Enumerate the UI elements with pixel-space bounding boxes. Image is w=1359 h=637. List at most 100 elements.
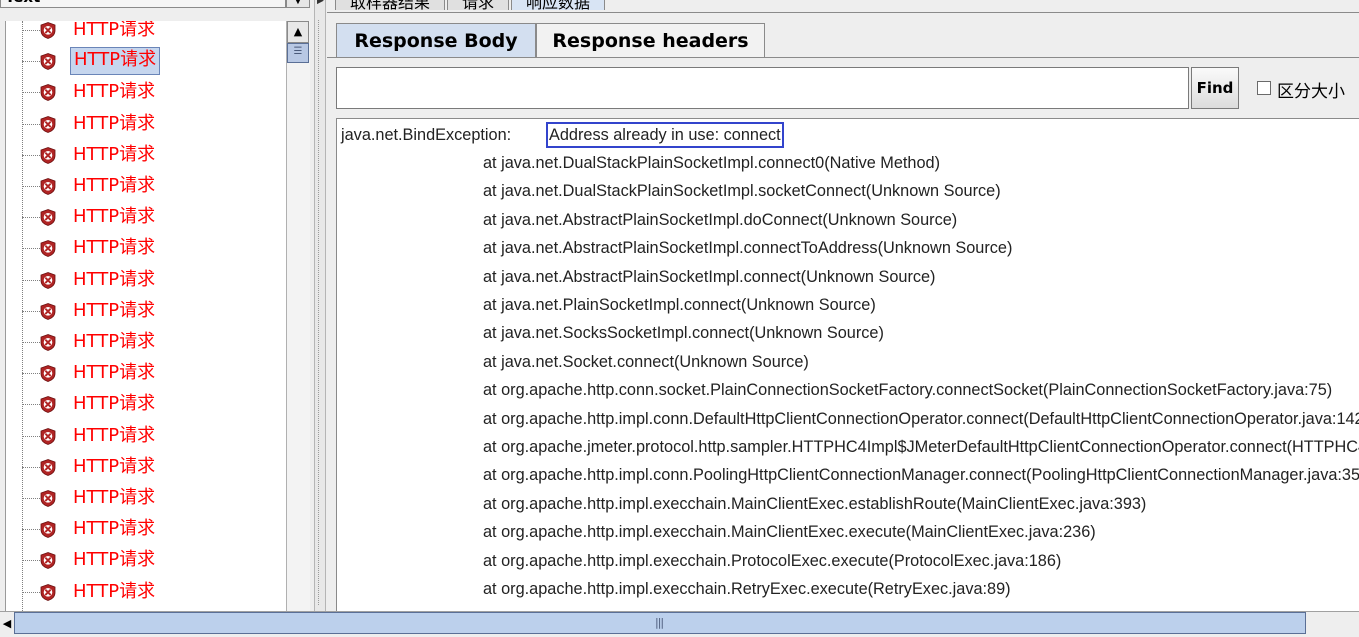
stack-trace-line: at org.apache.http.impl.execchain.Protoc… [483, 551, 1062, 570]
highlight-box: Address already in use: connect [546, 122, 784, 148]
tree-scroll-thumb[interactable]: ☰ [287, 43, 309, 63]
stack-trace-line: at org.apache.http.impl.conn.DefaultHttp… [483, 409, 1359, 428]
stack-trace-line: at org.apache.jmeter.protocol.http.sampl… [483, 438, 1359, 456]
tree-item[interactable]: HTTP请求 [6, 266, 287, 295]
tree-branch-line [22, 248, 40, 250]
tree-item-label[interactable]: HTTP请求 [70, 391, 158, 417]
tree-item-label[interactable]: HTTP请求 [70, 516, 158, 542]
find-button[interactable]: Find [1191, 67, 1239, 109]
tree-branch-line [22, 466, 40, 468]
error-shield-icon [40, 552, 56, 570]
tree-branch-line [22, 30, 40, 31]
stack-trace-line: at org.apache.http.impl.execchain.MainCl… [483, 494, 1147, 513]
tree-item[interactable]: HTTP请求 [6, 578, 287, 607]
tree-item-label[interactable]: HTTP请求 [70, 173, 158, 199]
tree-item[interactable]: HTTP请求 [6, 234, 287, 263]
tree-branch-line [22, 342, 40, 343]
tree-branch-line [22, 498, 40, 499]
error-shield-icon [40, 583, 56, 601]
tree-item-label[interactable]: HTTP请求 [70, 454, 158, 480]
tree-header[interactable]: Text [0, 0, 286, 8]
horizontal-scroll-thumb[interactable]: ||| [14, 612, 1306, 634]
stack-trace-line: at org.apache.http.impl.execchain.RetryE… [483, 580, 1011, 598]
tree-item-label[interactable]: HTTP请求 [70, 267, 158, 293]
tree-item[interactable]: HTTP请求 [6, 515, 287, 544]
tree-item-label[interactable]: HTTP请求 [70, 329, 158, 355]
tree-item-label[interactable]: HTTP请求 [70, 579, 158, 605]
tree-branch-line [22, 529, 40, 531]
tree-item-label[interactable]: HTTP请求 [70, 235, 158, 261]
tree-item[interactable]: HTTP请求 [6, 484, 287, 513]
tree-item-label[interactable]: HTTP请求 [70, 360, 158, 386]
tree-item[interactable]: HTTP请求 [6, 203, 287, 232]
tree-item[interactable]: HTTP请求 [6, 47, 287, 76]
stack-trace-line: at java.net.SocksSocketImpl.connect(Unkn… [483, 324, 884, 343]
exception-message: Address already in use: connect [549, 126, 781, 144]
tree-item[interactable]: HTTP请求 [6, 453, 287, 482]
error-shield-icon [40, 178, 56, 195]
error-shield-icon [40, 115, 56, 133]
response-subtabs: Response Body Response headers [327, 12, 1359, 59]
tab-response-data[interactable]: 响应数据 [511, 0, 606, 12]
collapse-arrow-icon[interactable]: ▶ [317, 0, 324, 6]
case-sensitive-checkbox[interactable] [1257, 81, 1271, 95]
tree-item-label[interactable]: HTTP请求 [70, 298, 158, 324]
divider-grip [318, 20, 323, 605]
stack-trace-line: at org.apache.http.impl.conn.PoolingHttp… [483, 466, 1359, 485]
results-tree-panel: Text ▼ HTTP请求HTTP请求HTTP请求HTTP请求HTTP请求HTT… [0, 0, 314, 611]
tab-sampler-result[interactable]: 取样器结果 [335, 0, 446, 12]
tree-item-label[interactable]: HTTP请求 [70, 79, 158, 105]
result-detail-panel: 取样器结果 请求 响应数据 Response Body Response heade… [327, 0, 1359, 612]
tree-item[interactable]: HTTP请求 [6, 546, 287, 575]
tree-branch-line [22, 61, 40, 63]
tree-branch-line [22, 435, 40, 437]
error-shield-icon [40, 458, 56, 476]
stack-trace-line: at org.apache.http.impl.execchain.MainCl… [483, 523, 1096, 542]
tree-item[interactable]: HTTP请求 [6, 297, 287, 326]
tree-item-label[interactable]: HTTP请求 [70, 142, 158, 168]
tree-item[interactable]: HTTP请求 [6, 390, 287, 419]
error-shield-icon [40, 209, 56, 227]
tree-branch-line [22, 310, 40, 312]
tree-item-label[interactable]: HTTP请求 [70, 21, 158, 43]
tree-item-label[interactable]: HTTP请求 [70, 485, 158, 511]
search-bar: Find 区分大小 [336, 67, 1359, 111]
error-shield-icon [40, 22, 56, 39]
scroll-up-arrow-icon[interactable]: ▲ [287, 21, 309, 43]
stack-trace-line: at java.net.DualStackPlainSocketImpl.soc… [483, 182, 1001, 201]
tab-request[interactable]: 请求 [447, 0, 510, 12]
tree-item[interactable]: HTTP请求 [6, 359, 287, 388]
tab-response-headers[interactable]: Response headers [536, 23, 765, 58]
tree-item[interactable]: HTTP请求 [6, 141, 287, 170]
tree-branch-line [22, 217, 40, 219]
response-body-text[interactable]: java.net.BindException: Address already … [336, 118, 1359, 612]
tree-item[interactable]: HTTP请求 [6, 78, 287, 107]
tree-item[interactable]: HTTP请求 [6, 21, 287, 45]
scroll-left-arrow-icon[interactable]: ◀ [0, 614, 14, 634]
error-shield-icon [40, 84, 56, 102]
tree-item-label[interactable]: HTTP请求 [70, 423, 158, 449]
tree-branch-line [22, 373, 40, 375]
error-shield-icon [40, 240, 56, 258]
split-pane-divider[interactable]: ▶ [314, 0, 326, 611]
search-input[interactable] [336, 67, 1189, 109]
tree-branch-line [22, 279, 40, 281]
horizontal-scrollbar[interactable]: ◀ ||| [0, 611, 1359, 637]
tree-branch-line [22, 186, 40, 187]
results-tree[interactable]: HTTP请求 HTTP请求 HTTP请求 HTTP请求 HTTP请求 HTTP请求 HTTP… [5, 21, 287, 611]
tab-underline [327, 57, 1359, 58]
tab-response-body[interactable]: Response Body [336, 23, 536, 58]
tree-item[interactable]: HTTP请求 [6, 110, 287, 139]
exception-name: java.net.BindException: [341, 126, 512, 144]
tree-item[interactable]: HTTP请求 [6, 422, 287, 451]
tree-item[interactable]: HTTP请求 [6, 328, 287, 357]
tree-header-dropdown-icon[interactable]: ▼ [286, 0, 310, 8]
error-shield-icon [40, 521, 56, 539]
tree-item-label[interactable]: HTTP请求 [70, 111, 158, 137]
stack-trace-line: at java.net.Socket.connect(Unknown Sourc… [483, 352, 809, 371]
tree-vertical-scrollbar[interactable]: ▲ ☰ [286, 21, 310, 611]
tree-item[interactable]: HTTP请求 [6, 172, 287, 201]
tree-item-label[interactable]: HTTP请求 [70, 47, 161, 76]
tree-item-label[interactable]: HTTP请求 [70, 547, 158, 573]
tree-item-label[interactable]: HTTP请求 [70, 204, 158, 230]
